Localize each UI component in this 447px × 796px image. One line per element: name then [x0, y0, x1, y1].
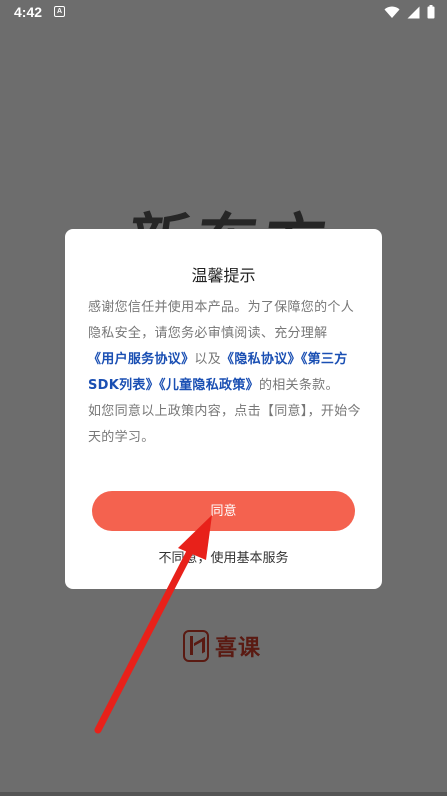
status-bar: 4:42 A [0, 0, 447, 26]
notification-icon: A [54, 6, 65, 17]
body-terms: 的相关条款。 [258, 378, 339, 393]
dialog-body: 感谢您信任并使用本产品。为了保障您的个人隐私安全，请您务必审慎阅读、充分理解《用… [88, 295, 363, 451]
signal-icon [407, 6, 420, 18]
bottom-edge [0, 792, 447, 796]
user-agreement-link[interactable]: 《用户服务协议》 [88, 352, 194, 367]
body-consent: 如您同意以上政策内容，点击【同意】，开始今天的学习。 [88, 404, 361, 445]
agree-button[interactable]: 同意 [92, 491, 355, 531]
privacy-agreement-link[interactable]: 《隐私协议》 [221, 352, 301, 367]
dialog-title: 温馨提示 [191, 266, 256, 285]
brand-name: 喜课 [215, 636, 262, 661]
k-logo-icon [183, 630, 209, 662]
battery-icon [427, 5, 435, 19]
child-privacy-link[interactable]: 《儿童隐私政策》 [159, 378, 259, 393]
body-and-text: 以及 [194, 352, 222, 367]
status-icons [384, 5, 435, 19]
status-time: 4:42 [14, 4, 43, 20]
privacy-dialog: 温馨提示 感谢您信任并使用本产品。为了保障您的个人隐私安全，请您务必审慎阅读、充… [65, 229, 382, 589]
body-intro: 感谢您信任并使用本产品。为了保障您的个人隐私安全，请您务必审慎阅读、充分理解 [88, 300, 355, 341]
disagree-basic-service-link[interactable]: 不同意，使用基本服务 [65, 547, 382, 566]
brand-logo: 喜课 [183, 630, 261, 662]
wifi-icon [384, 6, 400, 18]
